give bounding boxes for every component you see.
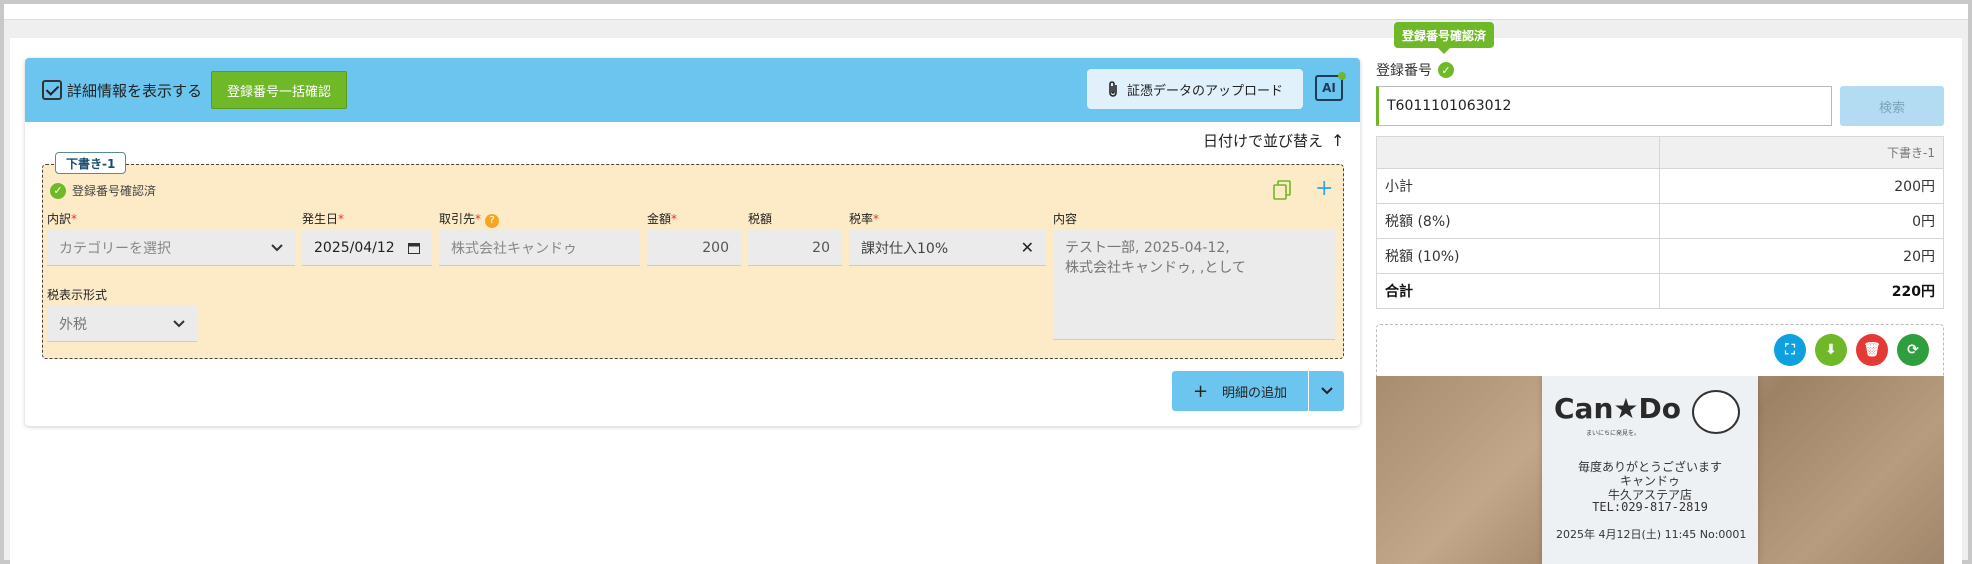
date-input[interactable]: 2025/04/12 (302, 230, 432, 266)
chevron-down-icon (271, 243, 283, 251)
category-label: 内訳* (47, 212, 78, 226)
verified-label: 登録番号確認済 (72, 184, 157, 198)
content-label: 内容 (1053, 212, 1078, 226)
content-line-1: テスト一部, 2025-04-12, (1065, 240, 1230, 256)
expense-card: 詳細情報を表示する 登録番号一括確認 証憑データのアップロード AI 日付けで並… (25, 58, 1360, 426)
partner-placeholder: 株式会社キャンドゥ (451, 240, 577, 257)
content-line-2: 株式会社キャンドゥ, ,として (1065, 260, 1246, 276)
paperclip-icon (1109, 81, 1117, 97)
bulk-confirm-button[interactable]: 登録番号一括確認 (211, 71, 347, 109)
top-bar (4, 4, 1968, 20)
chevron-down-icon (173, 319, 185, 327)
plus-icon[interactable]: + (1315, 176, 1333, 201)
row-value: 20円 (1659, 238, 1944, 274)
reg-number-input[interactable]: T6011101063012 (1376, 86, 1832, 126)
partner-input[interactable]: 株式会社キャンドゥ (439, 230, 640, 266)
reg-number-label: 登録番号 ✓ (1376, 60, 1454, 80)
plus-icon: + (1192, 380, 1209, 402)
rate-value: 課対仕入10% (861, 240, 949, 257)
draft-tag: 下書き-1 (55, 152, 127, 174)
receipt-brand-sub: まいにちに発見を。 (1586, 430, 1641, 437)
table-header-row: 下書き-1 (1376, 136, 1944, 169)
add-line-label: 明細の追加 (1222, 385, 1288, 401)
refresh-icon[interactable]: ⟳ (1897, 334, 1929, 366)
row-label: 小計 (1376, 168, 1660, 204)
download-icon[interactable]: ⬇ (1815, 334, 1847, 366)
calendar-icon[interactable] (408, 242, 420, 254)
chevron-down-icon (1320, 387, 1333, 395)
category-placeholder: カテゴリーを選択 (59, 240, 171, 257)
category-select[interactable]: カテゴリーを選択 (47, 230, 295, 266)
tax-display-select[interactable]: 外税 (47, 306, 197, 342)
show-details-label: 詳細情報を表示する (67, 82, 203, 100)
add-line-dropdown[interactable] (1309, 371, 1344, 411)
verified-badge: 登録番号確認済 (1394, 22, 1495, 54)
sort-label: 日付けで並び替え (1203, 132, 1324, 150)
receipt: Can★Do まいにちに発見を。 毎度ありがとうございます キャンドゥ 牛久アス… (1542, 376, 1758, 564)
amount-value: 200 (702, 239, 729, 256)
row-label: 合計 (1376, 273, 1660, 309)
check-circle-icon: ✓ (50, 182, 66, 199)
tax-value: 20 (812, 239, 830, 256)
card-header: 詳細情報を表示する 登録番号一括確認 証憑データのアップロード AI (25, 58, 1360, 122)
expand-icon[interactable]: ⛶ (1774, 334, 1806, 366)
mascot-icon (1692, 390, 1740, 434)
add-line-button[interactable]: + 明細の追加 (1172, 371, 1308, 411)
summary-table: 下書き-1 小計 200円 税額 (8%) 0円 税額 (10%) 20円 合計… (1376, 136, 1944, 309)
receipt-line: TEL:029-817-2819 (1592, 500, 1708, 514)
upload-label: 証憑データのアップロード (1126, 83, 1283, 99)
table-row: 税額 (10%) 20円 (1376, 238, 1944, 274)
copy-icon[interactable] (1273, 180, 1291, 200)
clear-icon[interactable]: ✕ (1021, 238, 1034, 257)
row-value: 0円 (1659, 203, 1944, 239)
tax-input[interactable]: 20 (748, 230, 842, 266)
receipt-photo: Can★Do まいにちに発見を。 毎度ありがとうございます キャンドゥ 牛久アス… (1376, 376, 1944, 564)
row-value: 220円 (1659, 273, 1944, 309)
show-details-checkbox[interactable] (42, 80, 62, 100)
date-value: 2025/04/12 (314, 239, 395, 256)
help-icon[interactable]: ? (485, 213, 500, 228)
ai-icon[interactable]: AI (1315, 72, 1346, 101)
rate-label: 税率* (849, 212, 880, 226)
tax-label: 税額 (748, 212, 773, 226)
tax-display-label: 税表示形式 (47, 288, 108, 302)
table-row: 小計 200円 (1376, 168, 1944, 204)
amount-input[interactable]: 200 (647, 230, 741, 266)
row-label: 税額 (10%) (1376, 238, 1660, 274)
check-circle-icon: ✓ (1438, 62, 1454, 78)
search-button[interactable]: 検索 (1840, 86, 1944, 126)
sort-by-date[interactable]: 日付けで並び替え ↑ (1203, 130, 1344, 151)
amount-label: 金額* (647, 212, 678, 226)
table-header-cell: 下書き-1 (1659, 136, 1944, 169)
row-value: 200円 (1659, 168, 1944, 204)
table-row: 税額 (8%) 0円 (1376, 203, 1944, 239)
table-row-total: 合計 220円 (1376, 273, 1944, 309)
receipt-date: 2025年 4月12日(土) 11:45 No:0001 (1556, 528, 1747, 541)
upload-button[interactable]: 証憑データのアップロード (1087, 69, 1303, 109)
rate-select[interactable]: 課対仕入10% ✕ (849, 230, 1046, 266)
arrow-up-icon: ↑ (1331, 131, 1345, 150)
partner-label: 取引先*? (439, 210, 500, 228)
date-label: 発生日* (302, 212, 345, 226)
content-textarea[interactable]: テスト一部, 2025-04-12, 株式会社キャンドゥ, ,として (1053, 230, 1335, 340)
row-label: 税額 (8%) (1376, 203, 1660, 239)
trash-icon[interactable]: 🗑 (1856, 334, 1888, 366)
receipt-brand: Can★Do (1554, 392, 1681, 425)
tax-display-value: 外税 (59, 316, 87, 333)
verified-status: ✓ 登録番号確認済 (50, 182, 156, 199)
